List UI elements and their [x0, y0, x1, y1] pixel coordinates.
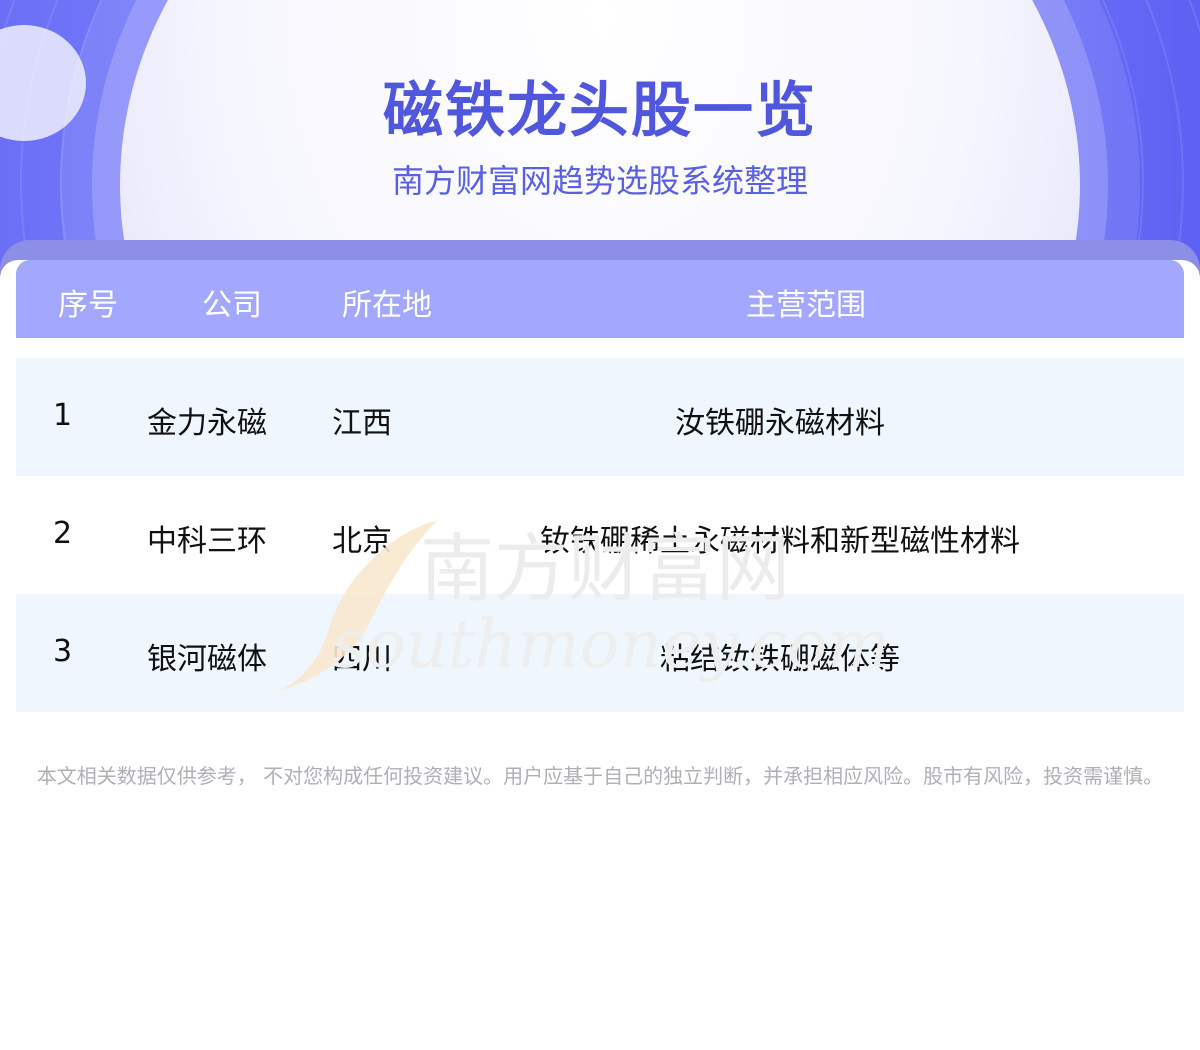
cell-business: 粘结钕铁硼磁体等	[660, 642, 900, 677]
table-row: 3 银河磁体 四川 粘结钕铁硼磁体等	[16, 594, 1184, 712]
cell-location: 四川	[332, 642, 392, 677]
table-header: 序号 公司 所在地 主营范围	[16, 260, 1184, 338]
cell-business: 汝铁硼永磁材料	[675, 406, 885, 441]
cell-company: 中科三环	[147, 524, 267, 559]
stock-table: 序号 公司 所在地 主营范围 1 金力永磁 江西 汝铁硼永磁材料 2 中科三环 …	[16, 260, 1184, 712]
column-header-business: 主营范围	[746, 288, 866, 323]
cell-location: 北京	[332, 524, 392, 559]
table-row: 1 金力永磁 江西 汝铁硼永磁材料	[16, 358, 1184, 476]
cell-index: 1	[53, 398, 73, 433]
page-title: 磁铁龙头股一览	[383, 76, 817, 146]
column-header-index: 序号	[58, 288, 118, 323]
cell-business: 钕铁硼稀土永磁材料和新型磁性材料	[540, 524, 1020, 559]
cell-company: 银河磁体	[147, 642, 267, 677]
cell-index: 2	[53, 516, 73, 551]
page-subtitle: 南方财富网趋势选股系统整理	[391, 162, 808, 200]
cell-location: 江西	[332, 406, 392, 441]
table-row: 2 中科三环 北京 钕铁硼稀土永磁材料和新型磁性材料	[16, 476, 1184, 594]
disclaimer-text: 本文相关数据仅供参考， 不对您构成任何投资建议。用户应基于自己的独立判断，并承担…	[36, 764, 1164, 788]
column-header-location: 所在地	[342, 288, 432, 323]
cell-index: 3	[53, 634, 73, 669]
table-card: 序号 公司 所在地 主营范围 1 金力永磁 江西 汝铁硼永磁材料 2 中科三环 …	[0, 260, 1200, 1050]
cell-company: 金力永磁	[147, 406, 267, 441]
column-header-company: 公司	[202, 288, 262, 323]
